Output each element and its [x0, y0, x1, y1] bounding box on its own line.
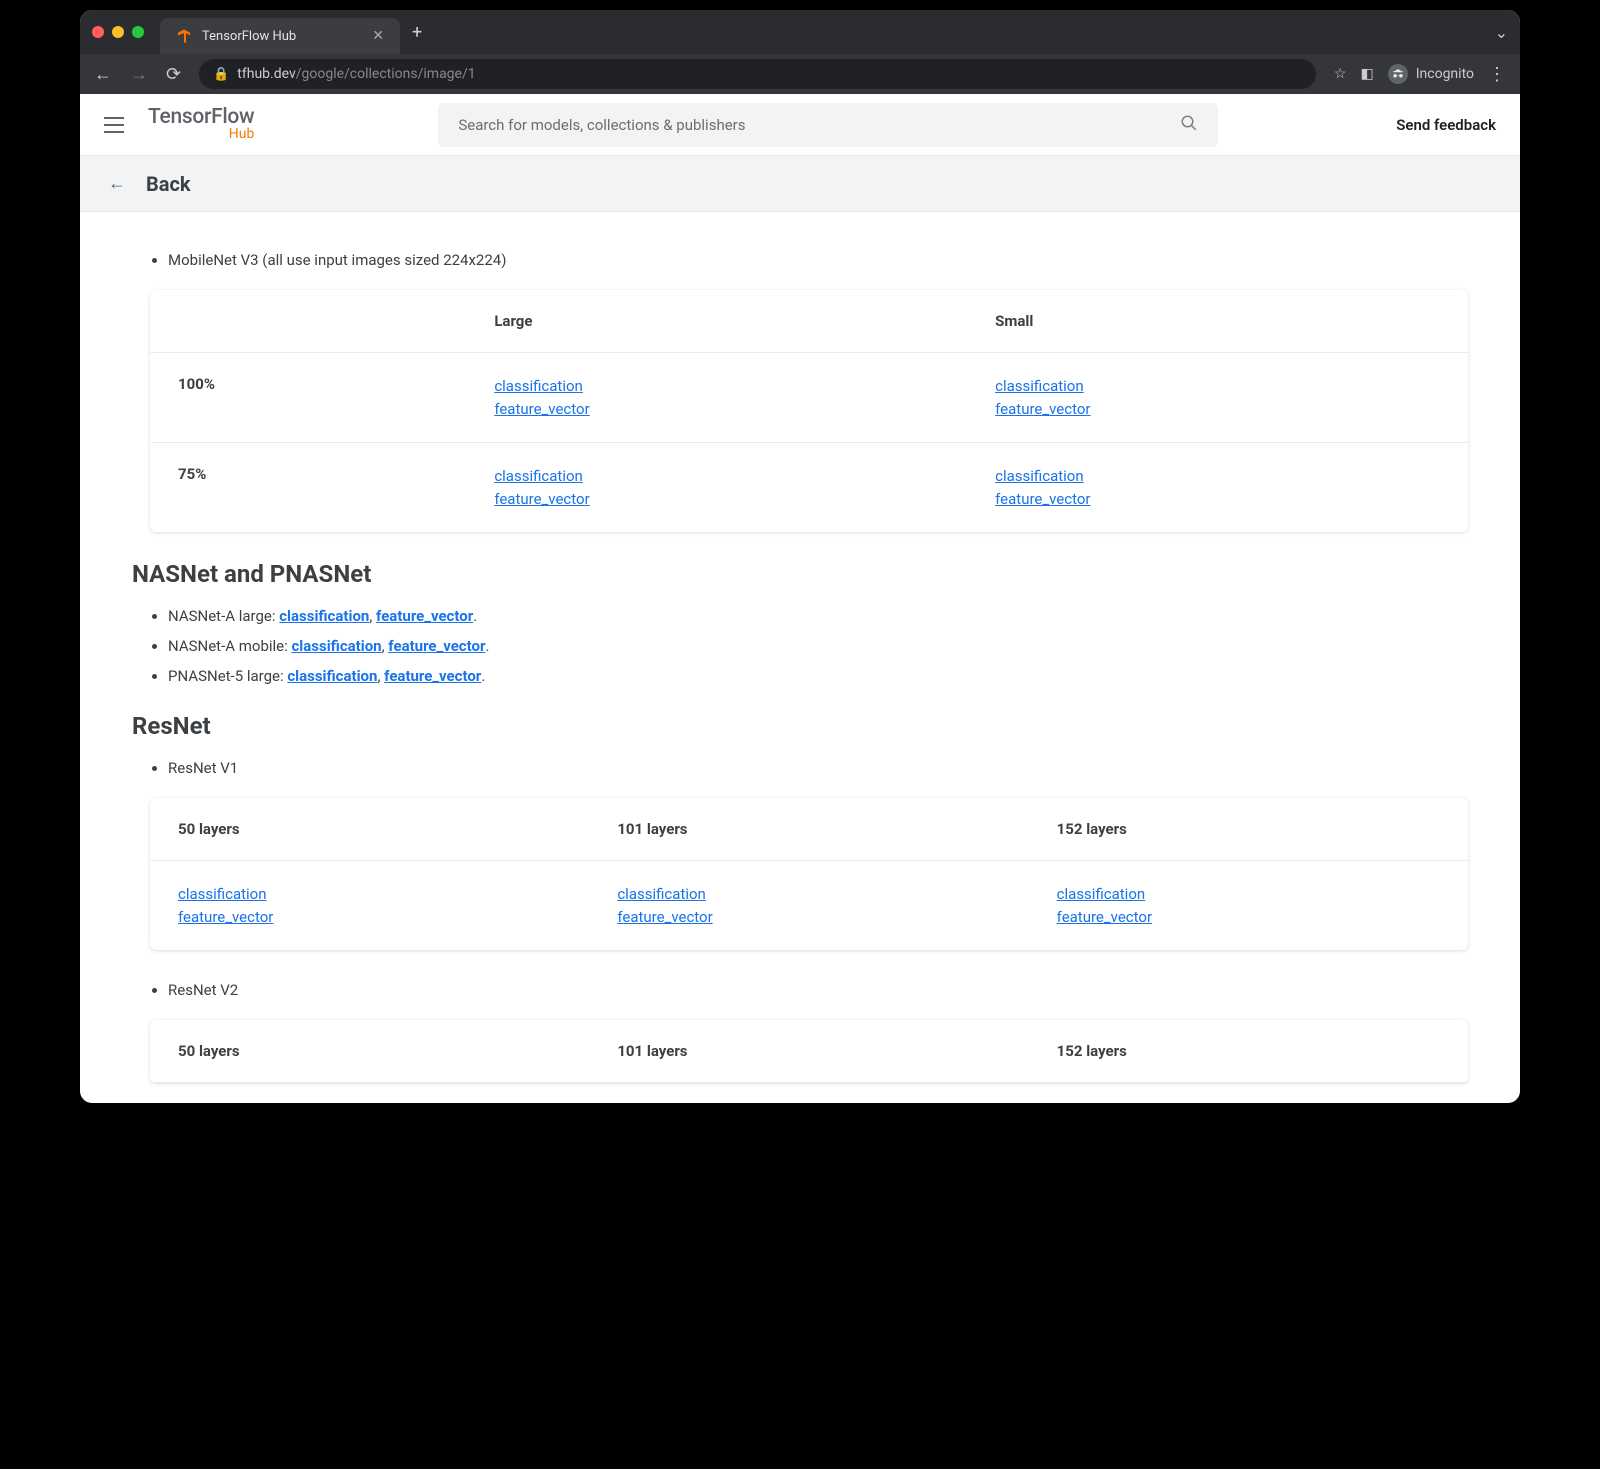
address-bar[interactable]: 🔒 tfhub.dev/google/collections/image/1	[199, 59, 1316, 89]
table-header: 50 layers	[150, 1020, 589, 1083]
mobilenet-table: Large Small 100% classification feature_…	[150, 290, 1468, 532]
back-subheader: ← Back	[80, 156, 1520, 212]
close-window-button[interactable]	[92, 26, 104, 38]
chrome-tab-strip: TensorFlow Hub ✕ + ⌄	[80, 10, 1520, 54]
table-header: Large	[466, 290, 967, 353]
bookmark-icon[interactable]: ☆	[1334, 66, 1347, 82]
classification-link[interactable]: classification	[291, 637, 381, 655]
classification-link[interactable]: classification	[1057, 883, 1440, 906]
table-header: 101 layers	[589, 798, 1028, 861]
nav-forward-button[interactable]: →	[130, 64, 148, 85]
classification-link[interactable]: classification	[995, 375, 1440, 398]
table-header: 152 layers	[1029, 1020, 1468, 1083]
new-tab-button[interactable]: +	[412, 22, 422, 43]
table-header: 50 layers	[150, 798, 589, 861]
table-header	[150, 290, 466, 353]
table-row: 50 layers 101 layers 152 layers	[150, 1020, 1468, 1083]
menu-button[interactable]	[104, 117, 124, 133]
table-header: 101 layers	[589, 1020, 1028, 1083]
resnet-v1-heading: ResNet V1	[168, 756, 1468, 780]
table-row: 75% classification feature_vector classi…	[150, 443, 1468, 533]
classification-link[interactable]: classification	[287, 667, 377, 685]
maximize-window-button[interactable]	[132, 26, 144, 38]
row-label: 100%	[150, 353, 466, 443]
incognito-label: Incognito	[1416, 66, 1474, 82]
lock-icon: 🔒	[213, 67, 229, 82]
list-item: NASNet-A mobile: classification, feature…	[168, 634, 1468, 658]
minimize-window-button[interactable]	[112, 26, 124, 38]
classification-link[interactable]: classification	[995, 465, 1440, 488]
feature-vector-link[interactable]: feature_vector	[995, 398, 1440, 421]
feature-vector-link[interactable]: feature_vector	[617, 906, 1000, 929]
send-feedback-link[interactable]: Send feedback	[1396, 116, 1496, 134]
resnet-v2-table: 50 layers 101 layers 152 layers	[150, 1020, 1468, 1083]
feature-vector-link[interactable]: feature_vector	[388, 637, 485, 655]
table-row: 50 layers 101 layers 152 layers	[150, 798, 1468, 861]
close-tab-icon[interactable]: ✕	[372, 28, 384, 44]
table-header: Small	[967, 290, 1468, 353]
item-prefix: PNASNet-5 large:	[168, 667, 287, 685]
row-label: 75%	[150, 443, 466, 533]
tab-title: TensorFlow Hub	[202, 29, 362, 44]
item-prefix: NASNet-A mobile:	[168, 637, 291, 655]
search-input[interactable]: Search for models, collections & publish…	[438, 103, 1218, 147]
toolbar-right: ☆ ◧ Incognito ⋮	[1334, 64, 1506, 85]
feature-vector-link[interactable]: feature_vector	[494, 488, 939, 511]
brand-logo[interactable]: TensorFlow Hub	[148, 106, 254, 142]
classification-link[interactable]: classification	[494, 375, 939, 398]
feature-vector-link[interactable]: feature_vector	[494, 398, 939, 421]
nav-back-button[interactable]: ←	[94, 64, 112, 85]
feature-vector-link[interactable]: feature_vector	[376, 607, 473, 625]
reload-button[interactable]: ⟳	[166, 64, 181, 85]
resnet-v2-heading: ResNet V2	[168, 978, 1468, 1002]
incognito-icon	[1388, 64, 1408, 84]
window-controls	[92, 26, 144, 38]
back-label[interactable]: Back	[146, 172, 191, 196]
extensions-icon[interactable]: ◧	[1360, 66, 1373, 82]
chrome-menu-icon[interactable]: ⋮	[1488, 64, 1506, 85]
page-content: MobileNet V3 (all use input images sized…	[80, 212, 1520, 1103]
brand-sub: Hub	[229, 127, 255, 142]
nasnet-heading: NASNet and PNASNet	[132, 560, 1468, 588]
list-item: PNASNet-5 large: classification, feature…	[168, 664, 1468, 688]
url-text: tfhub.dev/google/collections/image/1	[237, 66, 475, 82]
feature-vector-link[interactable]: feature_vector	[178, 906, 561, 929]
classification-link[interactable]: classification	[178, 883, 561, 906]
classification-link[interactable]: classification	[279, 607, 369, 625]
url-toolbar: ← → ⟳ 🔒 tfhub.dev/google/collections/ima…	[80, 54, 1520, 94]
classification-link[interactable]: classification	[617, 883, 1000, 906]
feature-vector-link[interactable]: feature_vector	[995, 488, 1440, 511]
feature-vector-link[interactable]: feature_vector	[384, 667, 481, 685]
site-header: TensorFlow Hub Search for models, collec…	[80, 94, 1520, 156]
table-row: Large Small	[150, 290, 1468, 353]
table-header: 152 layers	[1029, 798, 1468, 861]
item-prefix: NASNet-A large:	[168, 607, 279, 625]
resnet-v1-table: 50 layers 101 layers 152 layers classifi…	[150, 798, 1468, 950]
browser-tab[interactable]: TensorFlow Hub ✕	[160, 18, 400, 54]
search-placeholder: Search for models, collections & publish…	[458, 116, 745, 134]
search-icon	[1180, 114, 1198, 136]
classification-link[interactable]: classification	[494, 465, 939, 488]
table-row: classification feature_vector classifica…	[150, 861, 1468, 951]
table-row: 100% classification feature_vector class…	[150, 353, 1468, 443]
browser-window: TensorFlow Hub ✕ + ⌄ ← → ⟳ 🔒 tfhub.dev/g…	[80, 10, 1520, 1103]
incognito-badge: Incognito	[1388, 64, 1474, 84]
back-arrow-icon[interactable]: ←	[108, 173, 126, 194]
feature-vector-link[interactable]: feature_vector	[1057, 906, 1440, 929]
tabs-overflow-icon[interactable]: ⌄	[1495, 23, 1508, 42]
resnet-heading: ResNet	[132, 712, 1468, 740]
mobilenet-v3-heading: MobileNet V3 (all use input images sized…	[168, 248, 1468, 272]
list-item: NASNet-A large: classification, feature_…	[168, 604, 1468, 628]
tensorflow-icon	[176, 28, 192, 44]
